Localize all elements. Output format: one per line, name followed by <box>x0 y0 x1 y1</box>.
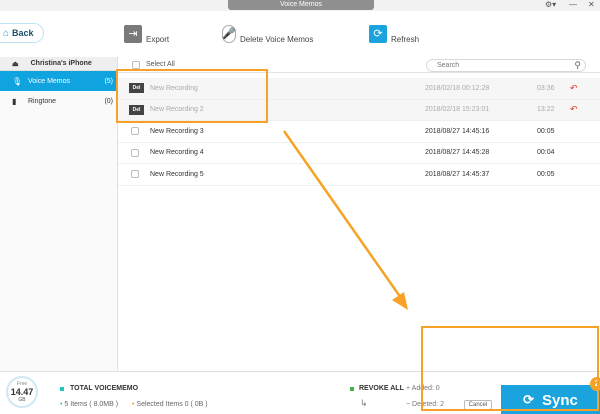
annotation-arrow <box>282 130 408 310</box>
